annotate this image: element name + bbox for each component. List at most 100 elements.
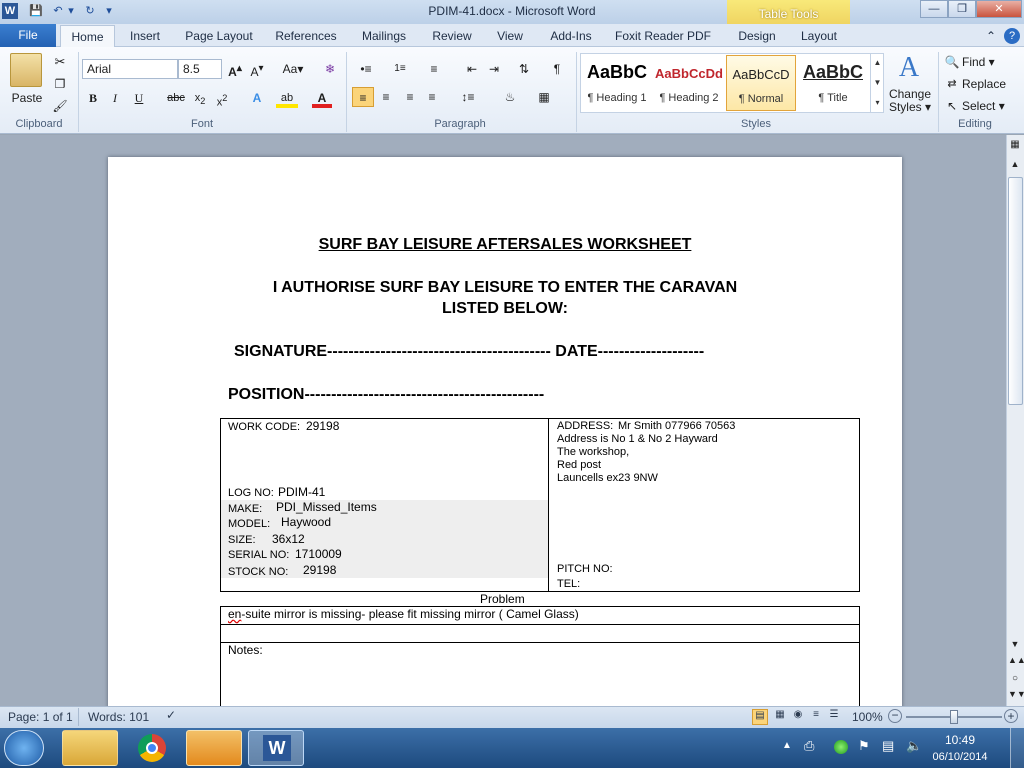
tab-page-layout[interactable]: Page Layout <box>180 25 258 47</box>
bold-icon[interactable]: B <box>84 88 102 108</box>
superscript-icon[interactable]: x2 <box>212 88 232 109</box>
align-left-icon[interactable]: ≡ <box>352 87 374 107</box>
tab-review[interactable]: Review <box>426 25 478 47</box>
sort-icon[interactable]: ⇅ <box>514 59 534 79</box>
zoom-in-icon[interactable]: + <box>1004 709 1018 723</box>
numbering-icon[interactable]: 1≡ <box>388 59 412 79</box>
replace-icon[interactable]: ⇄ <box>944 74 960 94</box>
change-case-icon[interactable]: Aa▾ <box>280 59 306 79</box>
increase-indent-icon[interactable]: ⇥ <box>484 59 504 79</box>
replace-button[interactable]: Replace <box>962 74 1010 94</box>
help-icon[interactable]: ? <box>1004 28 1020 44</box>
borders-icon[interactable]: ▦ <box>532 87 556 107</box>
minimize-ribbon-icon[interactable]: ⌃ <box>984 25 998 47</box>
font-size-combo[interactable]: 8.5 <box>178 59 222 79</box>
paste-icon[interactable] <box>10 53 42 87</box>
start-button[interactable] <box>4 730 44 766</box>
chrome-taskbar-icon[interactable] <box>124 730 180 766</box>
subscript-icon[interactable]: x2 <box>190 88 210 108</box>
tab-layout[interactable]: Layout <box>796 25 842 47</box>
font-color-icon[interactable]: A <box>312 88 332 108</box>
tab-references[interactable]: References <box>270 25 342 47</box>
word-taskbar-icon[interactable]: W <box>248 730 304 766</box>
copy-icon[interactable]: ❐ <box>50 74 70 94</box>
tab-mailings[interactable]: Mailings <box>354 25 414 47</box>
vertical-scrollbar[interactable]: ▦ ▲ ▼ ▲▲ ○ ▼▼ <box>1006 135 1024 706</box>
tab-design[interactable]: Design <box>734 25 780 47</box>
font-name-combo[interactable]: Arial <box>82 59 178 79</box>
full-screen-reading-view-icon[interactable]: ▦ <box>772 709 788 725</box>
tab-view[interactable]: View <box>490 25 530 47</box>
style-heading-1[interactable]: AaBbC ¶ Heading 1 <box>582 55 652 111</box>
style-heading-2[interactable]: AaBbCcDd ¶ Heading 2 <box>654 55 724 111</box>
tab-add-ins[interactable]: Add-Ins <box>542 25 600 47</box>
tab-home[interactable]: Home <box>60 25 115 47</box>
underline-icon[interactable]: U <box>130 88 148 108</box>
zoom-level[interactable]: 100% <box>852 710 883 724</box>
highlight-icon[interactable]: ab <box>276 88 298 108</box>
find-icon[interactable]: 🔍 <box>944 52 960 72</box>
scroll-down-icon[interactable]: ▼ <box>1008 639 1022 653</box>
paste-button[interactable]: Paste <box>4 88 50 108</box>
decrease-indent-icon[interactable]: ⇤ <box>462 59 482 79</box>
align-right-icon[interactable]: ≡ <box>400 87 420 107</box>
clear-formatting-icon[interactable]: ❄ <box>320 59 340 79</box>
text-effects-icon[interactable]: A <box>246 88 268 108</box>
multilevel-list-icon[interactable]: ≡ <box>422 59 446 79</box>
web-layout-view-icon[interactable]: ◉ <box>790 709 806 725</box>
volume-icon[interactable]: 🔈 <box>906 738 922 754</box>
previous-page-icon[interactable]: ▲▲ <box>1008 655 1024 669</box>
clock-date[interactable]: 06/10/2014 <box>930 751 990 763</box>
show-hidden-icons-icon[interactable]: ▲ <box>782 740 794 752</box>
outlook-taskbar-icon[interactable] <box>186 730 242 766</box>
format-painter-icon[interactable]: 🖌 <box>50 96 70 116</box>
shrink-font-icon[interactable]: A▾ <box>248 59 266 79</box>
network-icon[interactable]: ▤ <box>882 738 898 754</box>
tab-insert[interactable]: Insert <box>122 25 168 47</box>
styles-scroll-icon[interactable]: ▲ ▼ ▾ <box>870 53 884 113</box>
bullets-icon[interactable]: •≡ <box>354 59 378 79</box>
tab-foxit-reader-pdf[interactable]: Foxit Reader PDF <box>612 25 714 47</box>
grow-font-icon[interactable]: A▴ <box>226 59 244 79</box>
file-explorer-taskbar-icon[interactable] <box>62 730 118 766</box>
action-center-flag-icon[interactable]: ⚑ <box>858 738 874 754</box>
change-styles-icon[interactable]: A <box>894 54 924 82</box>
italic-icon[interactable]: I <box>106 88 124 108</box>
line-spacing-icon[interactable]: ↕≡ <box>456 87 480 107</box>
outline-view-icon[interactable]: ≡ <box>808 709 824 725</box>
minimize-button[interactable]: — <box>920 0 948 18</box>
show-formatting-icon[interactable]: ¶ <box>548 59 566 79</box>
select-browse-object-icon[interactable]: ○ <box>1008 673 1022 687</box>
change-styles-button[interactable]: Change Styles ▾ <box>886 88 934 114</box>
style-normal[interactable]: AaBbCcD ¶ Normal <box>726 55 796 111</box>
cut-icon[interactable]: ✂ <box>50 52 70 72</box>
notes-row[interactable] <box>220 642 860 708</box>
draft-view-icon[interactable]: ☰ <box>826 709 842 725</box>
printer-tray-icon[interactable]: ⎙ <box>804 738 820 754</box>
style-title[interactable]: AaBbC ¶ Title <box>798 55 868 111</box>
ruler-toggle-icon[interactable]: ▦ <box>1008 139 1022 153</box>
proofing-icon[interactable]: ✓ <box>162 708 180 726</box>
justify-icon[interactable]: ≡ <box>422 87 442 107</box>
zoom-out-icon[interactable]: − <box>888 709 902 723</box>
clock-time[interactable]: 10:49 <box>930 733 990 747</box>
align-center-icon[interactable]: ≡ <box>376 87 396 107</box>
shading-icon[interactable]: ♨ <box>498 87 522 107</box>
find-button[interactable]: Find ▾ <box>962 52 1006 72</box>
strikethrough-icon[interactable]: abc <box>164 88 188 108</box>
scroll-thumb[interactable] <box>1008 177 1023 405</box>
close-button[interactable]: ✕ <box>976 0 1022 18</box>
scroll-up-icon[interactable]: ▲ <box>1008 159 1022 173</box>
zoom-slider-thumb[interactable] <box>950 710 958 724</box>
word-count[interactable]: Words: 101 <box>88 710 149 724</box>
empty-row[interactable] <box>220 624 860 643</box>
select-button[interactable]: Select ▾ <box>962 96 1010 116</box>
tab-file[interactable]: File <box>0 24 56 47</box>
show-desktop-button[interactable] <box>1010 728 1024 768</box>
page-count[interactable]: Page: 1 of 1 <box>8 710 73 724</box>
status-tray-icon[interactable] <box>834 740 848 754</box>
print-layout-view-icon[interactable]: ▤ <box>752 709 768 725</box>
select-icon[interactable]: ↖ <box>944 96 960 116</box>
next-page-icon[interactable]: ▼▼ <box>1008 689 1024 703</box>
maximize-button[interactable]: ❐ <box>948 0 976 18</box>
